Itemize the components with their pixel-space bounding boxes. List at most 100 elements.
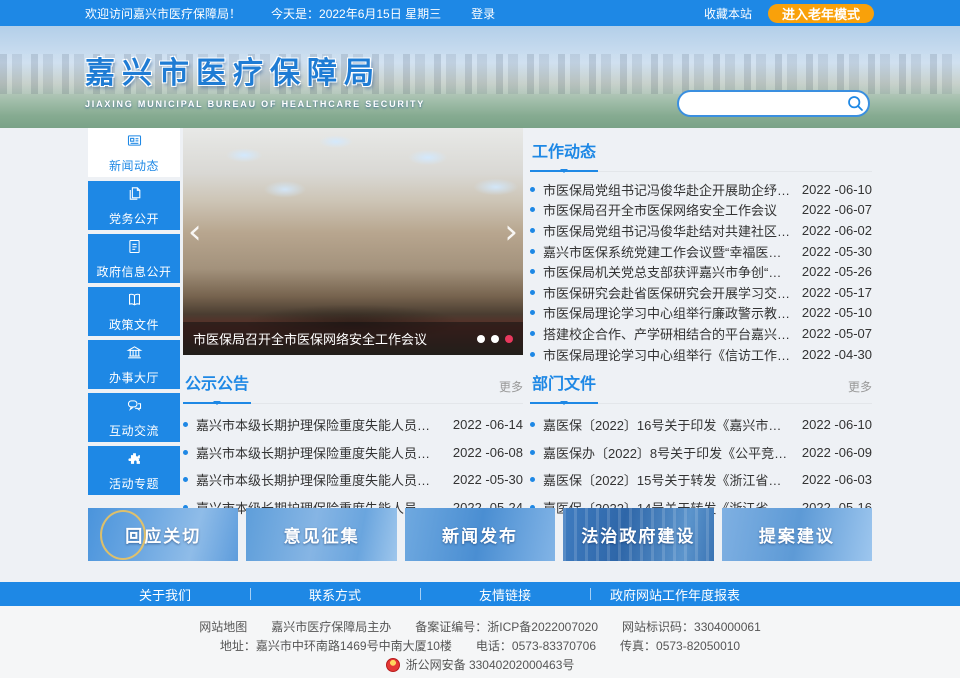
sidebar-item-party-affairs[interactable]: 党务公开 (88, 181, 180, 230)
footer-nav-about[interactable]: 关于我们 (80, 582, 250, 606)
notices-more-link[interactable]: 更多 (499, 378, 523, 403)
sidebar-item-label: 政策文件 (109, 316, 159, 333)
footer-nav: 关于我们 联系方式 友情链接 政府网站工作年度报表 (0, 582, 960, 606)
icp-record: 备案证编号：浙ICP备2022007020 (415, 620, 598, 634)
news-link[interactable]: 市医保局召开全市医保网络安全工作会议 (543, 200, 792, 219)
list-item[interactable]: 市医保研究会赴省医保研究会开展学习交流活动2022 -05-17 (530, 282, 872, 303)
news-link[interactable]: 嘉医保〔2022〕15号关于转发《浙江省医疗保... (543, 470, 792, 489)
banner-opinion-solicitation[interactable]: 意见征集 (246, 508, 396, 561)
list-item[interactable]: 搭建校企合作、产学研相结合的平台嘉兴市长期护理... 2022 -05-07 (530, 323, 872, 344)
login-link[interactable]: 登录 (471, 5, 495, 22)
banner-label: 意见征集 (284, 522, 360, 547)
sidebar-item-service-hall[interactable]: 办事大厅 (88, 340, 180, 389)
list-item[interactable]: 嘉医保〔2022〕16号关于印发《嘉兴市医疗保... 2022 -06-10 (530, 411, 872, 439)
list-item[interactable]: 嘉兴市本级长期护理保险重度失能人员名单公示（2... 2022 -05-30 (183, 466, 523, 494)
topbar: 欢迎访问嘉兴市医疗保障局！ 今天是：2022年6月15日 星期三 登录 收藏本站… (0, 0, 960, 26)
news-date: 2022 -06-03 (802, 472, 872, 487)
carousel-prev-arrow-icon[interactable]: ‹ (188, 215, 202, 249)
search-box[interactable] (677, 90, 870, 117)
news-link[interactable]: 市医保局党组书记冯俊华赴结对共建社区指导全国文... (543, 221, 792, 240)
search-icon[interactable] (846, 94, 865, 113)
banner-proposal-suggestions[interactable]: 提案建议 (722, 508, 872, 561)
dept-files-more-link[interactable]: 更多 (848, 378, 872, 403)
sitemap-link[interactable]: 网站地图 (199, 620, 247, 634)
news-link[interactable]: 嘉兴市医保系统党建工作会议暨“幸福医保”党建联... (543, 242, 792, 261)
elder-mode-button[interactable]: 进入老年模式 (768, 4, 874, 23)
news-link[interactable]: 嘉医保办〔2022〕8号关于印发《公平竞争审查... (543, 443, 792, 462)
news-link[interactable]: 市医保研究会赴省医保研究会开展学习交流活动 (543, 283, 792, 302)
site-title: 嘉兴市医疗保障局 (85, 48, 425, 92)
list-item[interactable]: 嘉兴市本级长期护理保险重度失能人员名单公示（2...2022 -06-14 (183, 411, 523, 439)
bank-icon (125, 344, 144, 366)
security-record: 浙公网安备 33040202000463号 (406, 658, 575, 672)
footer-nav-contact[interactable]: 联系方式 (250, 582, 420, 606)
sidebar-item-label: 党务公开 (109, 210, 159, 227)
sidebar-item-interaction[interactable]: 互动交流 (88, 393, 180, 442)
newspaper-icon (125, 132, 144, 154)
list-item[interactable]: 嘉医保办〔2022〕8号关于印发《公平竞争审查...2022 -06-09 (530, 439, 872, 467)
carousel-caption-bar: 市医保局召开全市医保网络安全工作会议 (183, 322, 523, 355)
banner-news-release[interactable]: 新闻发布 (405, 508, 555, 561)
fax-text: 传真：0573-82050010 (620, 639, 740, 653)
sidebar-item-special-topics[interactable]: 活动专题 (88, 446, 180, 495)
list-item[interactable]: 市医保局党组书记冯俊华赴企开展助企纾困活动2022 -06-10 (530, 179, 872, 200)
list-item[interactable]: 嘉兴市本级长期护理保险重度失能人员名单公示（2...2022 -06-08 (183, 439, 523, 467)
search-input[interactable] (691, 97, 846, 111)
news-link[interactable]: 搭建校企合作、产学研相结合的平台嘉兴市长期护理... (543, 324, 792, 343)
bullet-icon (530, 290, 535, 295)
photo-carousel[interactable]: ‹ › 市医保局召开全市医保网络安全工作会议 (183, 128, 523, 355)
banner-law-government[interactable]: 法治政府建设 (563, 508, 713, 561)
news-link[interactable]: 市医保局理论学习中心组举行《信访工作条例》专题... (543, 345, 792, 364)
carousel-dot-active[interactable] (505, 335, 513, 343)
news-link[interactable]: 市医保局党组书记冯俊华赴企开展助企纾困活动 (543, 180, 792, 199)
footer-line-2: 地址：嘉兴市中环南路1469号中南大厦10楼电话：0573-83370706传真… (0, 637, 960, 656)
list-item[interactable]: 嘉医保〔2022〕15号关于转发《浙江省医疗保... 2022 -06-03 (530, 466, 872, 494)
host-text: 嘉兴市医疗保障局主办 (271, 620, 391, 634)
sidebar-item-policy-docs[interactable]: 政策文件 (88, 287, 180, 336)
news-date: 2022 -06-10 (802, 417, 872, 432)
today-date: 今天是：2022年6月15日 星期三 (271, 5, 441, 22)
sidebar-item-gov-info[interactable]: 政府信息公开 (88, 234, 180, 283)
footer-nav-annual-report[interactable]: 政府网站工作年度报表 (590, 582, 760, 606)
news-date: 2022 -04-30 (802, 347, 872, 362)
work-news-panel: 工作动态 市医保局党组书记冯俊华赴企开展助企纾困活动2022 -06-10 市医… (530, 128, 872, 364)
carousel-next-arrow-icon[interactable]: › (504, 215, 518, 249)
news-link[interactable]: 嘉兴市本级长期护理保险重度失能人员名单公示（2... (196, 470, 443, 489)
notices-title[interactable]: 公示公告 (183, 370, 251, 404)
list-item[interactable]: 市医保局理论学习中心组举行《信访工作条例》专题... 2022 -04-30 (530, 344, 872, 365)
work-news-title[interactable]: 工作动态 (530, 138, 598, 172)
news-date: 2022 -05-30 (453, 472, 523, 487)
carousel-caption[interactable]: 市医保局召开全市医保网络安全工作会议 (193, 329, 427, 348)
list-item[interactable]: 市医保局党组书记冯俊华赴结对共建社区指导全国文...2022 -06-02 (530, 220, 872, 241)
sidebar-item-label: 政府信息公开 (96, 263, 171, 280)
carousel-dot[interactable] (477, 335, 485, 343)
bullet-icon (530, 269, 535, 274)
news-date: 2022 -05-07 (802, 326, 872, 341)
footer-nav-links[interactable]: 友情链接 (420, 582, 590, 606)
carousel-dot[interactable] (491, 335, 499, 343)
news-link[interactable]: 市医保局机关党总支部获评嘉兴市争创“建设清廉机... (543, 262, 792, 281)
favorite-link[interactable]: 收藏本站 (704, 5, 752, 22)
list-item[interactable]: 市医保局理论学习中心组举行廉政警示教育专题学习...2022 -05-10 (530, 303, 872, 324)
phone-text: 电话：0573-83370706 (476, 639, 596, 653)
banner-respond-concerns[interactable]: 回应关切 (88, 508, 238, 561)
bullet-icon (530, 477, 535, 482)
bullet-icon (530, 207, 535, 212)
sidebar-item-news[interactable]: 新闻动态 (88, 128, 180, 177)
banner-label: 新闻发布 (442, 522, 518, 547)
chat-icon (125, 397, 144, 419)
bullet-icon (183, 450, 188, 455)
news-link[interactable]: 市医保局理论学习中心组举行廉政警示教育专题学习... (543, 303, 792, 322)
notices-panel: 公示公告 更多 嘉兴市本级长期护理保险重度失能人员名单公示（2...2022 -… (183, 364, 523, 500)
news-date: 2022 -05-30 (802, 244, 872, 259)
news-link[interactable]: 嘉医保〔2022〕16号关于印发《嘉兴市医疗保... (543, 415, 792, 434)
news-date: 2022 -05-26 (802, 264, 872, 279)
news-link[interactable]: 嘉兴市本级长期护理保险重度失能人员名单公示（2... (196, 415, 443, 434)
news-link[interactable]: 嘉兴市本级长期护理保险重度失能人员名单公示（2... (196, 443, 443, 462)
list-item[interactable]: 市医保局召开全市医保网络安全工作会议2022 -06-07 (530, 200, 872, 221)
dept-files-title[interactable]: 部门文件 (530, 370, 598, 404)
sidebar-item-label: 办事大厅 (109, 369, 159, 386)
list-item[interactable]: 市医保局机关党总支部获评嘉兴市争创“建设清廉机... 2022 -05-26 (530, 261, 872, 282)
list-item[interactable]: 嘉兴市医保系统党建工作会议暨“幸福医保”党建联... 2022 -05-30 (530, 241, 872, 262)
sidebar-item-label: 活动专题 (109, 475, 159, 492)
